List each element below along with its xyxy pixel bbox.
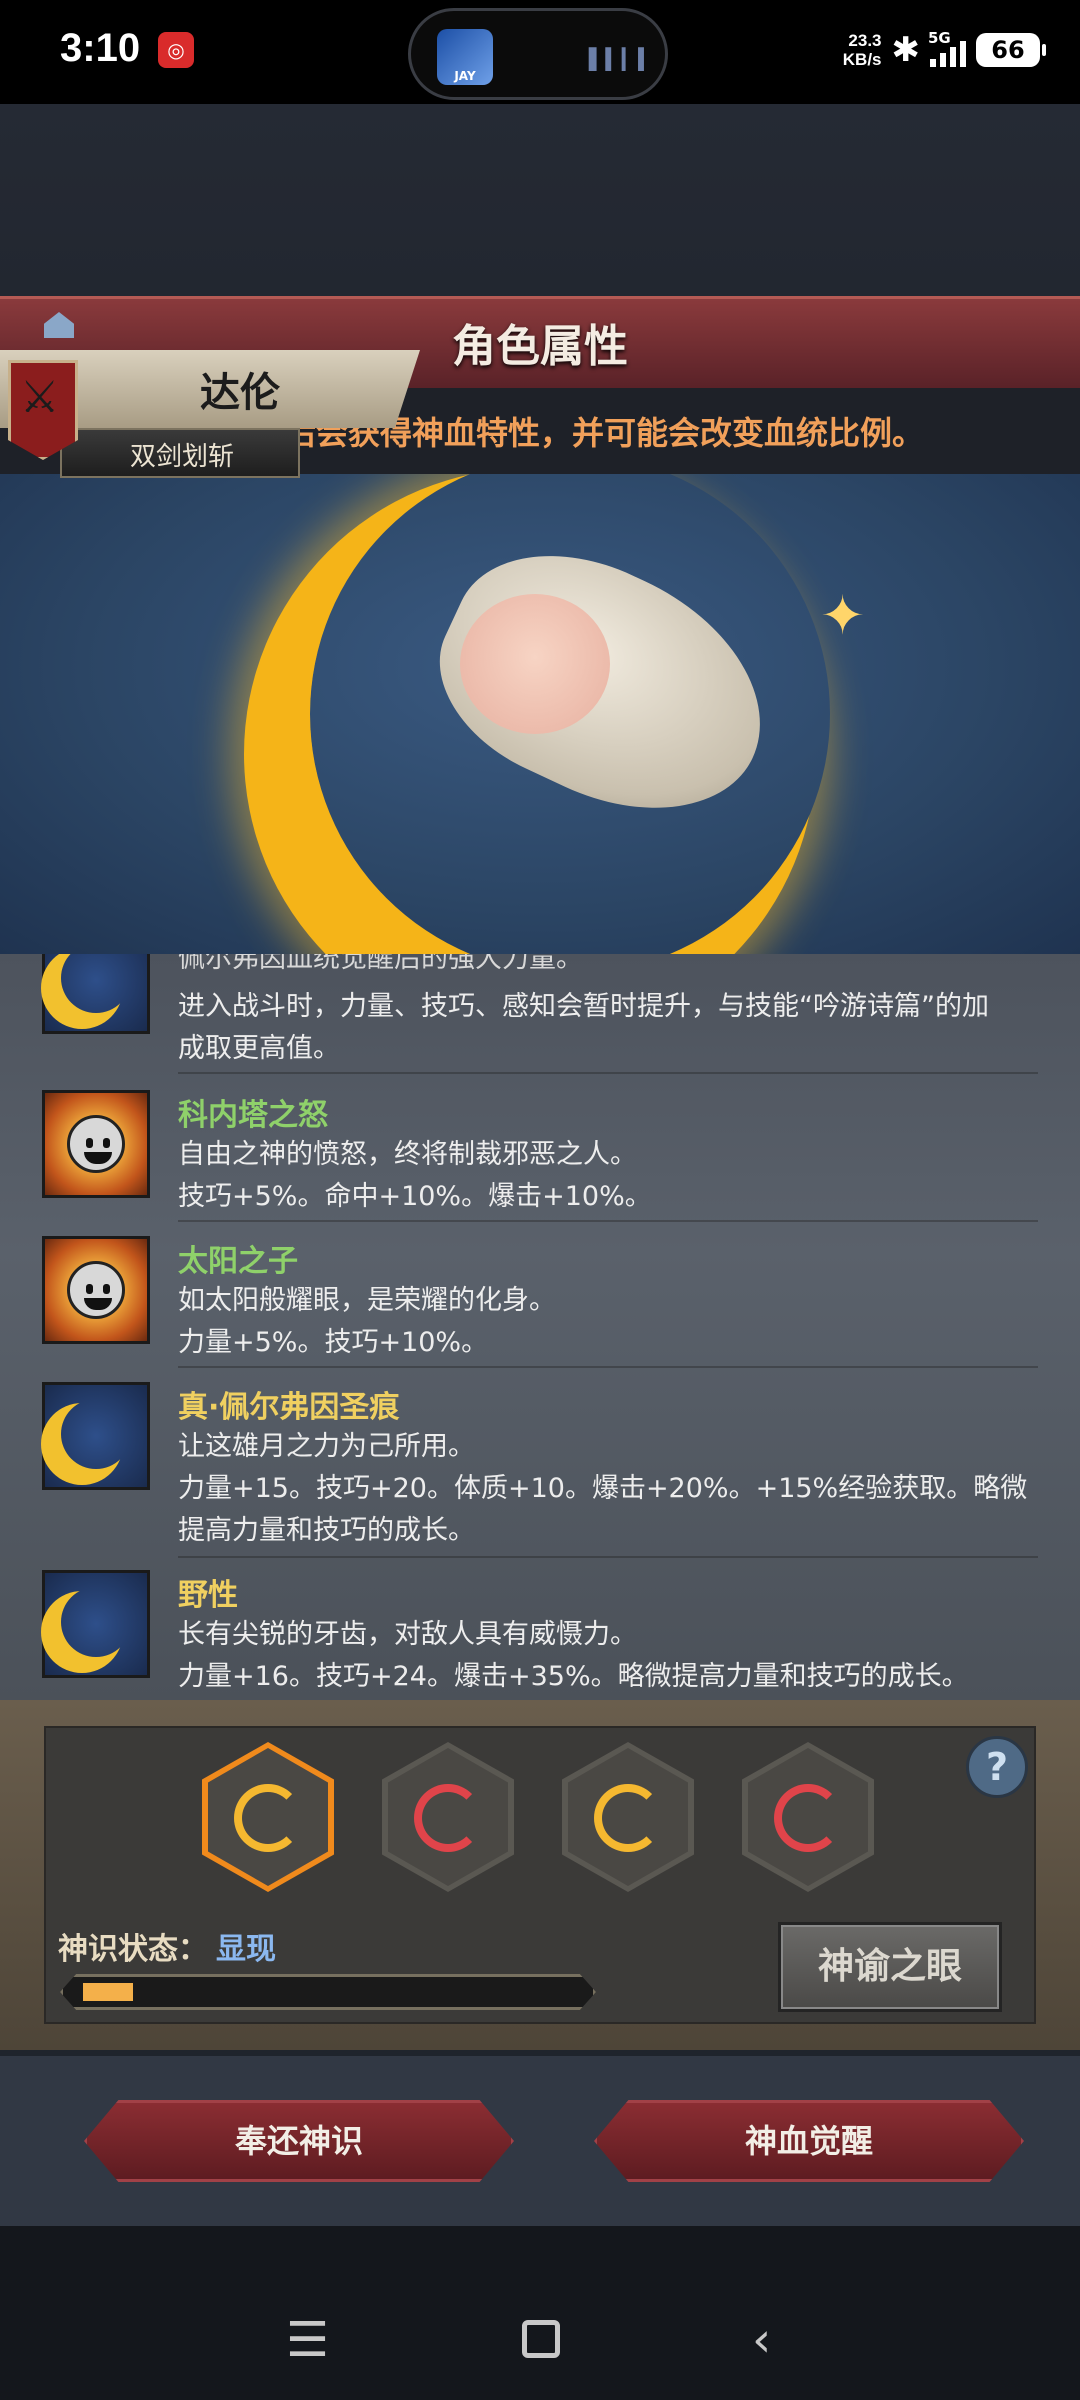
status-bar: 3:10 ◎ JAY ▌▍▎▍ 23.3 KB/s ✱ 5G 66	[0, 0, 1080, 104]
system-nav-bar	[0, 2226, 1080, 2400]
help-button[interactable]: ?	[966, 1736, 1028, 1798]
trait-effect: 进入战斗时，力量、技巧、感知会暂时提升，与技能“吟游诗篇”的加	[178, 991, 989, 1022]
network-speed: 23.3 KB/s	[843, 31, 882, 69]
divider	[178, 1366, 1038, 1368]
trait-description: 自由之神的愤怒，终将制裁邪恶之人。	[178, 1139, 637, 1170]
trait-effect: 技巧+5%。命中+10%。爆击+10%。	[178, 1181, 652, 1212]
network-speed-unit: KB/s	[842, 50, 882, 69]
crescent-rune-icon	[594, 1784, 662, 1852]
battery-indicator: 66	[976, 33, 1046, 67]
crescent-rune-icon	[414, 1784, 482, 1852]
signal-icon: 5G	[928, 29, 966, 67]
oracle-eye-button[interactable]: 神谕之眼	[778, 1922, 1002, 2012]
moon-icon	[42, 1570, 150, 1678]
trait-description: 如太阳般耀眼，是荣耀的化身。	[178, 1285, 556, 1316]
trait-description: 长有尖锐的牙齿，对敌人具有威慑力。	[178, 1619, 637, 1650]
character-name: 达伦	[200, 370, 280, 416]
trait-name: 野性	[178, 1578, 238, 1613]
trait-effect: 成取更高值。	[178, 1033, 340, 1064]
bluetooth-icon: ✱	[891, 30, 921, 70]
trait-effect: 提高力量和技巧的成长。	[178, 1515, 475, 1546]
status-icons: 23.3 KB/s ✱ 5G 66	[843, 22, 1046, 78]
audio-wave-icon: ▌▍▎▍	[589, 47, 655, 71]
moon-icon	[42, 954, 150, 1034]
divine-progress-bar	[60, 1974, 596, 2010]
back-icon[interactable]: ‹	[752, 2316, 771, 2364]
sun-face-icon	[42, 1090, 150, 1198]
notification-icon: ◎	[158, 32, 194, 68]
moon-icon	[42, 1382, 150, 1490]
return-divine-button[interactable]: 奉还神识	[84, 2100, 514, 2182]
sparkle-icon: ✦	[820, 584, 866, 647]
trait-name: 科内塔之怒	[178, 1098, 328, 1133]
trait-effect: 力量+5%。技巧+10%。	[178, 1327, 489, 1358]
divine-status-label: 神识状态：	[58, 1932, 208, 1967]
crescent-rune-icon	[774, 1784, 842, 1852]
dynamic-island[interactable]: JAY ▌▍▎▍	[408, 8, 668, 100]
trait-description: 让这雄月之力为己所用。	[178, 1431, 475, 1462]
baby-face-art	[460, 594, 610, 734]
divider	[178, 1556, 1038, 1558]
home-icon[interactable]	[522, 2320, 560, 2358]
blood-awaken-button[interactable]: 神血觉醒	[594, 2100, 1024, 2182]
menu-icon[interactable]: ☰	[286, 2316, 329, 2364]
trait-list[interactable]: 佩尔弗因血统觉醒后的强大力量。 进入战斗时，力量、技巧、感知会暂时提升，与技能“…	[0, 954, 1080, 1700]
trait-effect: 力量+15。技巧+20。体质+10。爆击+20%。+15%经验获取。略微	[178, 1473, 1028, 1504]
divine-status-value: 显现	[216, 1932, 276, 1967]
media-thumbnail: JAY	[437, 29, 493, 85]
sun-face-icon	[42, 1236, 150, 1344]
progress-fill	[83, 1983, 133, 2001]
network-type: 5G	[928, 29, 951, 47]
status-time: 3:10	[60, 26, 141, 70]
trait-description: 佩尔弗因血统觉醒后的强大力量。	[178, 954, 583, 974]
divider	[178, 1072, 1038, 1074]
character-portrait: ✦	[0, 474, 1080, 954]
trait-name: 太阳之子	[178, 1244, 298, 1279]
crescent-rune-icon	[234, 1784, 302, 1852]
network-speed-value: 23.3	[848, 31, 882, 50]
character-title: 双剑划斩	[130, 442, 235, 472]
trait-effect: 力量+16。技巧+24。爆击+35%。略微提高力量和技巧的成长。	[178, 1661, 969, 1692]
trait-name: 真·佩尔弗因圣痕	[178, 1390, 400, 1425]
divider	[178, 1220, 1038, 1222]
sword-icon: ⚔	[20, 372, 60, 423]
media-thumbnail-label: JAY	[454, 69, 476, 83]
